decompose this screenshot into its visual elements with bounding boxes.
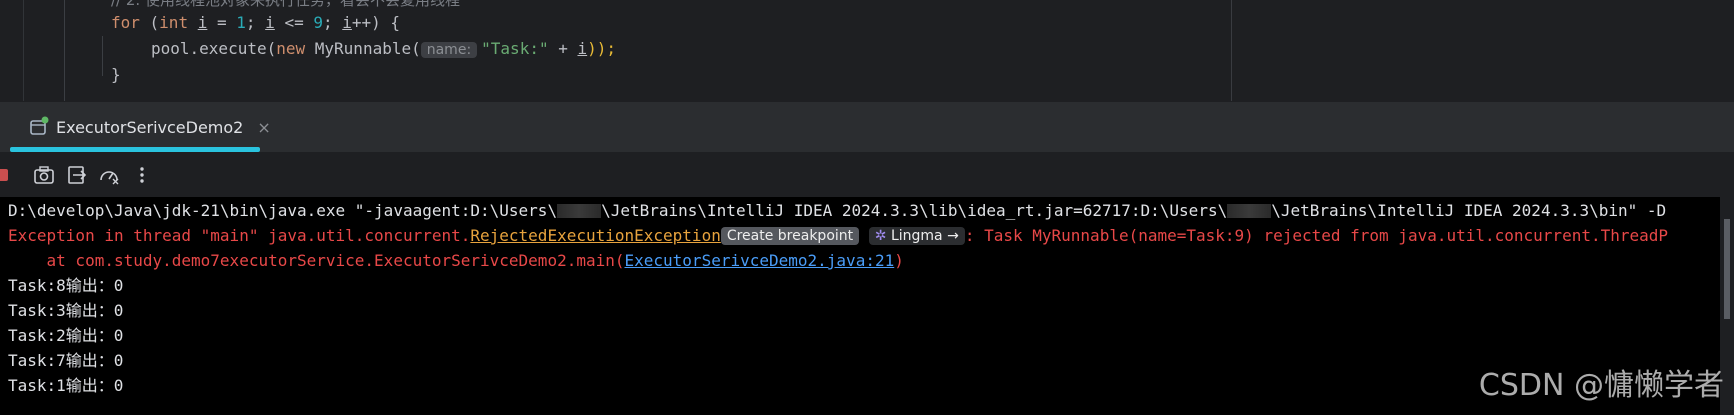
stacktrace-text: at com.study.demo7executorService.Execut… bbox=[8, 251, 625, 270]
parameter-hint: name: bbox=[420, 42, 478, 58]
code-token: ; bbox=[322, 13, 343, 32]
keyword: new bbox=[276, 39, 306, 58]
more-icon[interactable] bbox=[131, 164, 153, 186]
lingma-label: Lingma → bbox=[890, 228, 959, 244]
console-command-line: D:\develop\Java\jdk-21\bin\java.exe "-ja… bbox=[8, 199, 1666, 223]
lingma-button[interactable]: ✲ Lingma → bbox=[868, 227, 965, 245]
error-text: Exception in thread "main" java.util.con… bbox=[8, 226, 471, 245]
error-text: : Task MyRunnable(name=Task:9) rejected … bbox=[964, 226, 1669, 245]
code-token: <= bbox=[274, 13, 314, 32]
gutter-divider bbox=[23, 0, 24, 101]
code-token: ++) { bbox=[351, 13, 401, 32]
code-line-brace: } bbox=[111, 65, 121, 84]
console-output-line: Task:1输出：0 bbox=[8, 376, 124, 395]
code-editor[interactable]: // 2. 使用线程池对象来执行任务，看会不会复用线程 for (int i =… bbox=[0, 0, 1734, 101]
source-link[interactable]: ExecutorSerivceDemo2.java:21 bbox=[625, 251, 895, 270]
run-tab[interactable]: ExecutorSerivceDemo2 × bbox=[10, 102, 271, 152]
keyword: for bbox=[111, 13, 140, 32]
code-token: ; bbox=[245, 13, 266, 32]
code-token: MyRunnable( bbox=[305, 39, 421, 58]
string-literal: "Task:" bbox=[481, 39, 549, 58]
indent-guide bbox=[64, 0, 65, 101]
profiler-icon[interactable] bbox=[98, 164, 120, 186]
exception-class-link[interactable]: RejectedExecutionException bbox=[470, 226, 720, 245]
indent-guide bbox=[102, 36, 103, 76]
create-breakpoint-button[interactable]: Create breakpoint bbox=[720, 227, 860, 245]
number-literal: 1 bbox=[236, 13, 246, 32]
code-line-execute: pool.execute(new MyRunnable(name: "Task:"… bbox=[151, 36, 616, 63]
variable: i bbox=[577, 39, 588, 58]
camera-icon[interactable] bbox=[33, 164, 55, 186]
watermark: CSDN @慵懒学者 bbox=[1478, 368, 1724, 403]
code-token: = bbox=[207, 13, 237, 32]
lingma-icon: ✲ bbox=[874, 228, 887, 244]
console-text: \JetBrains\IntelliJ IDEA 2024.3.3\bin" -… bbox=[1271, 201, 1667, 220]
console-output-line: Task:8输出：0 bbox=[8, 276, 124, 295]
run-config-icon bbox=[28, 116, 50, 138]
console-output-line: Task:2输出：0 bbox=[8, 326, 124, 345]
console-text: \JetBrains\IntelliJ IDEA 2024.3.3\lib\id… bbox=[601, 201, 1228, 220]
variable: i bbox=[342, 13, 352, 32]
console-output[interactable]: D:\develop\Java\jdk-21\bin\java.exe "-ja… bbox=[0, 197, 1720, 415]
run-tab-label: ExecutorSerivceDemo2 bbox=[56, 117, 244, 137]
restore-layout-icon[interactable] bbox=[66, 164, 88, 186]
variable: i bbox=[197, 13, 208, 32]
redacted-username bbox=[557, 204, 602, 218]
stacktrace-text: ) bbox=[894, 251, 904, 270]
scrollbar-thumb[interactable] bbox=[1724, 219, 1730, 319]
console-output-line: Task:7输出：0 bbox=[8, 351, 124, 370]
stop-icon[interactable] bbox=[0, 164, 22, 186]
console-stacktrace-line: at com.study.demo7executorService.Execut… bbox=[8, 249, 904, 273]
redacted-username bbox=[1227, 204, 1272, 218]
code-token: + bbox=[548, 39, 578, 58]
code-token: )); bbox=[587, 39, 617, 58]
close-icon[interactable]: × bbox=[257, 118, 270, 137]
run-toolbar bbox=[0, 152, 1734, 197]
keyword: int bbox=[159, 13, 189, 32]
console-output-line: Task:3输出：0 bbox=[8, 301, 124, 320]
variable: i bbox=[265, 13, 275, 32]
run-tab-bar: ExecutorSerivceDemo2 × bbox=[0, 101, 1734, 152]
right-margin-guide bbox=[1231, 0, 1232, 101]
code-token: pool.execute( bbox=[151, 39, 277, 58]
code-line-for: for (int i = 1; i <= 9; i++) { bbox=[111, 10, 400, 36]
number-literal: 9 bbox=[313, 13, 323, 32]
code-token: ( bbox=[139, 13, 160, 32]
console-text: D:\develop\Java\jdk-21\bin\java.exe "-ja… bbox=[8, 201, 558, 220]
console-error-line: Exception in thread "main" java.util.con… bbox=[8, 224, 1668, 248]
